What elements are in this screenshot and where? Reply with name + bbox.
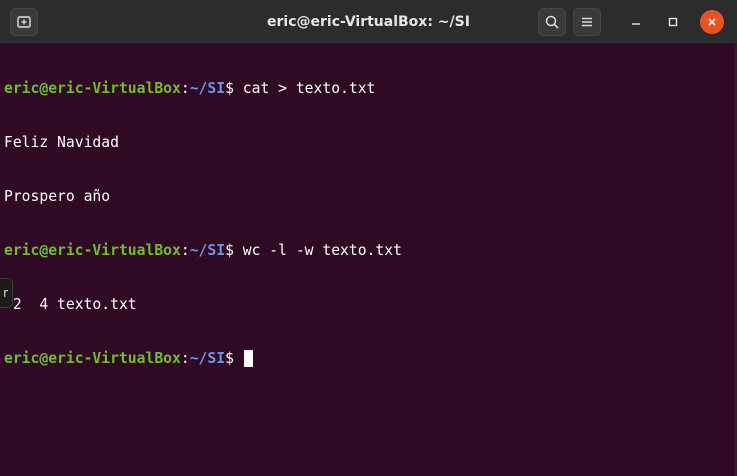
hamburger-menu-icon xyxy=(582,17,592,27)
terminal-line: eric@eric-VirtualBox:~/SI$ xyxy=(4,350,733,368)
prompt-path: ~/SI xyxy=(189,350,226,367)
prompt-dollar: $ xyxy=(225,80,243,97)
prompt-user-host: eric@eric-VirtualBox xyxy=(4,242,181,259)
terminal-line: eric@eric-VirtualBox:~/SI$ wc -l -w text… xyxy=(4,242,733,260)
new-tab-icon xyxy=(17,16,31,28)
terminal-line: Prospero año xyxy=(4,188,733,206)
new-tab-button[interactable] xyxy=(10,8,38,36)
command-text: wc -l -w texto.txt xyxy=(242,242,402,259)
prompt-user-host: eric@eric-VirtualBox xyxy=(4,80,181,97)
title-bar[interactable]: eric@eric-VirtualBox: ~/SI xyxy=(0,0,737,44)
prompt-separator: : xyxy=(180,242,190,259)
output-text: Feliz Navidad xyxy=(4,134,119,151)
prompt-separator: : xyxy=(180,350,190,367)
terminal-line: 2 4 texto.txt xyxy=(4,296,733,314)
prompt-separator: : xyxy=(180,80,190,97)
prompt-dollar: $ xyxy=(225,350,243,367)
maximize-button[interactable] xyxy=(661,10,685,34)
output-text: Prospero año xyxy=(4,188,111,205)
search-icon xyxy=(545,15,559,29)
close-icon xyxy=(708,18,716,26)
prompt-path: ~/SI xyxy=(189,242,226,259)
search-button[interactable] xyxy=(538,8,566,36)
minimize-button[interactable] xyxy=(624,10,648,34)
maximize-icon xyxy=(668,17,678,27)
output-text: 2 4 texto.txt xyxy=(4,296,137,313)
text-cursor xyxy=(243,350,253,367)
prompt-dollar: $ xyxy=(225,242,243,259)
terminal-output[interactable]: eric@eric-VirtualBox:~/SI$ cat > texto.t… xyxy=(0,44,737,476)
terminal-window: eric@eric-VirtualBox: ~/SI eric@eric-Vir… xyxy=(0,0,737,476)
minimize-icon xyxy=(632,23,640,25)
terminal-line: eric@eric-VirtualBox:~/SI$ cat > texto.t… xyxy=(4,80,733,98)
close-button[interactable] xyxy=(700,10,724,34)
command-text: cat > texto.txt xyxy=(242,80,376,97)
menu-button[interactable] xyxy=(573,8,601,36)
terminal-line: Feliz Navidad xyxy=(4,134,733,152)
prompt-path: ~/SI xyxy=(189,80,226,97)
prompt-user-host: eric@eric-VirtualBox xyxy=(4,350,181,367)
side-panel-tab[interactable]: r xyxy=(0,278,13,308)
